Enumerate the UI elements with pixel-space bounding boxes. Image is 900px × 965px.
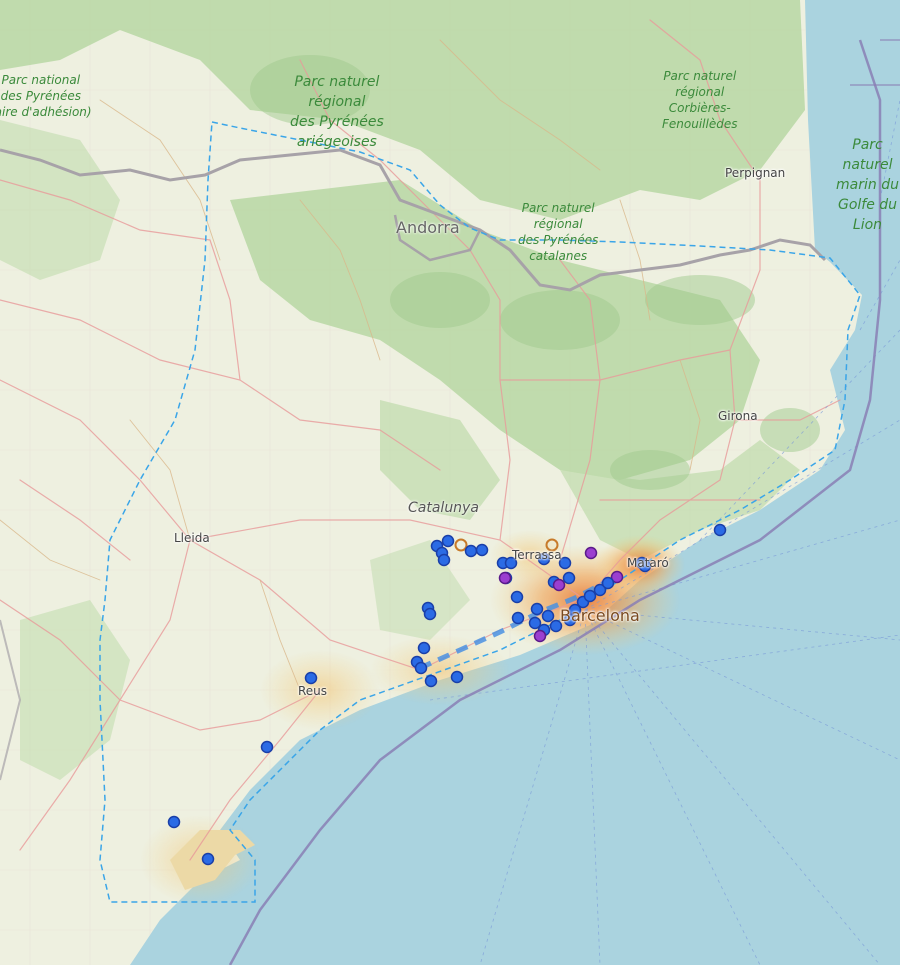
blue-map-marker[interactable] [562,571,576,585]
blue-map-marker[interactable] [638,559,652,573]
blue-map-marker[interactable] [417,641,431,655]
map-canvas[interactable] [0,0,900,965]
blue-map-marker[interactable] [504,556,518,570]
blue-map-marker[interactable] [549,619,563,633]
blue-map-marker[interactable] [414,661,428,675]
blue-map-marker[interactable] [530,602,544,616]
purple-map-marker[interactable] [552,578,566,592]
purple-map-marker[interactable] [498,571,512,585]
blue-map-marker[interactable] [260,740,274,754]
purple-map-marker[interactable] [584,546,598,560]
blue-map-marker[interactable] [437,553,451,567]
blue-map-marker[interactable] [441,534,455,548]
blue-map-marker[interactable] [450,670,464,684]
blue-map-marker[interactable] [511,611,525,625]
purple-map-marker[interactable] [533,629,547,643]
blue-map-marker[interactable] [475,543,489,557]
blue-map-marker[interactable] [583,589,597,603]
blue-map-marker[interactable] [541,609,555,623]
blue-map-marker[interactable] [464,544,478,558]
blue-map-marker[interactable] [601,576,615,590]
blue-map-marker[interactable] [558,556,572,570]
blue-map-marker[interactable] [201,852,215,866]
blue-map-marker[interactable] [304,671,318,685]
blue-map-marker[interactable] [510,590,524,604]
blue-map-marker[interactable] [537,552,551,566]
blue-map-marker[interactable] [713,523,727,537]
map-viewport[interactable]: Parc national des Pyrénées (aire d'adhés… [0,0,900,965]
blue-map-marker[interactable] [423,607,437,621]
blue-map-marker[interactable] [563,613,577,627]
blue-map-marker[interactable] [167,815,181,829]
blue-map-marker[interactable] [424,674,438,688]
